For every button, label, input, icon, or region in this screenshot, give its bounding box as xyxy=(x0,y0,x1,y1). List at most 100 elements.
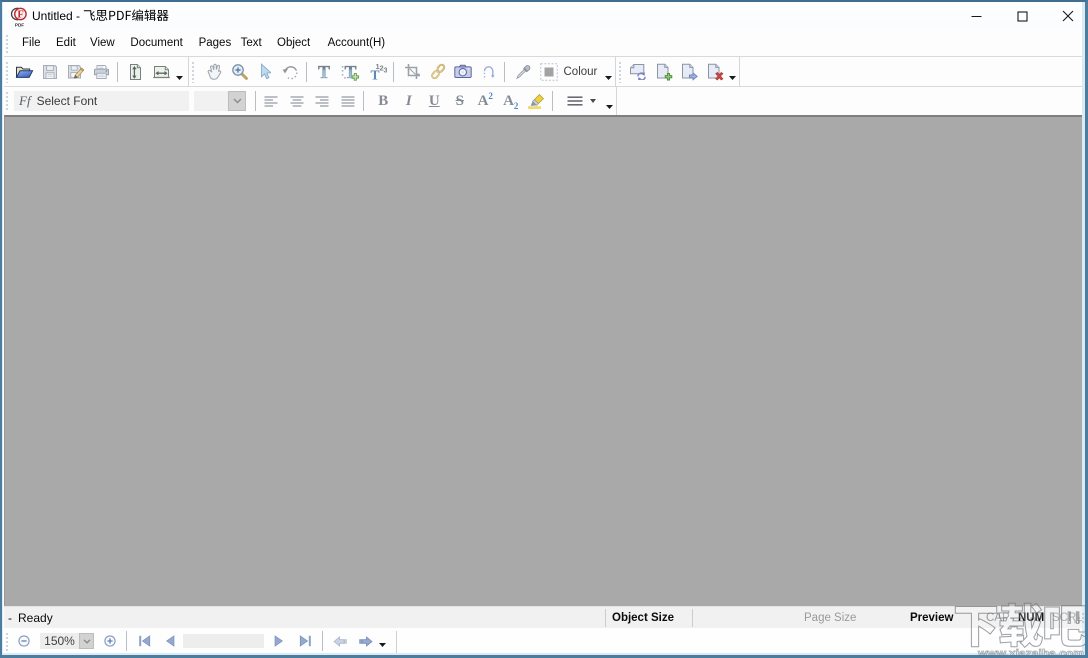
align-right-icon xyxy=(315,95,329,108)
zoom-level-dropdown[interactable] xyxy=(79,633,94,649)
previous-page-icon xyxy=(165,635,175,647)
maximize-button[interactable] xyxy=(999,2,1045,30)
superscript-letter: A xyxy=(478,93,489,109)
document-canvas[interactable] xyxy=(4,115,1084,606)
italic-button[interactable]: I xyxy=(396,88,422,114)
status-bar: - Ready Object Size Page Size Preview CA… xyxy=(4,606,1084,628)
extract-pages-button[interactable] xyxy=(676,59,702,85)
resize-grip[interactable] xyxy=(1073,612,1085,624)
snapshot-button[interactable] xyxy=(451,59,477,85)
link-icon xyxy=(430,63,446,80)
fit-height-button[interactable] xyxy=(123,59,149,85)
add-text-button[interactable]: T xyxy=(311,59,337,85)
print-button[interactable] xyxy=(89,59,115,85)
reverse-button[interactable] xyxy=(476,59,502,85)
superscript-button[interactable]: A2 xyxy=(473,88,499,114)
fit-width-icon xyxy=(152,64,171,80)
underline-label: U xyxy=(429,93,440,110)
page-number-field[interactable] xyxy=(183,634,264,648)
format-overflow-dropdown[interactable] xyxy=(604,88,615,114)
menu-pages[interactable]: Pages xyxy=(192,33,239,54)
menu-edit[interactable]: Edit xyxy=(49,33,83,54)
menu-object[interactable]: Object xyxy=(270,33,317,54)
window-border-highlight xyxy=(2,2,3,655)
toolbar-grip[interactable] xyxy=(618,60,624,83)
menu-view[interactable]: View xyxy=(83,33,122,54)
toolbar-grip[interactable] xyxy=(5,631,11,651)
toolbar-separator xyxy=(504,62,505,82)
zoom-level-field[interactable]: 150% xyxy=(40,633,79,649)
status-cap: CAP xyxy=(986,607,1010,629)
minimize-button[interactable] xyxy=(953,2,999,30)
justify-button[interactable] xyxy=(335,88,361,114)
strikethrough-label: S xyxy=(456,93,464,110)
close-button[interactable] xyxy=(1045,2,1088,30)
add-new-text-button[interactable]: T xyxy=(338,59,364,85)
text-tool-icon: T xyxy=(316,63,332,81)
open-button[interactable] xyxy=(12,59,38,85)
highlight-button[interactable] xyxy=(524,88,550,114)
line-style-button[interactable] xyxy=(562,88,600,114)
hand-tool-button[interactable] xyxy=(201,59,227,85)
toolbar-grip[interactable] xyxy=(191,60,197,83)
next-view-button[interactable] xyxy=(353,636,379,647)
fit-width-button[interactable] xyxy=(149,59,175,85)
save-button[interactable] xyxy=(38,59,64,85)
menu-account[interactable]: Account(H) xyxy=(321,33,393,54)
menubar-grip[interactable] xyxy=(5,33,11,53)
last-page-icon xyxy=(299,635,312,647)
menu-bar: File Edit View Document Pages Text Objec… xyxy=(4,30,1084,57)
save-as-icon xyxy=(67,64,84,80)
zoom-in-icon xyxy=(104,635,116,647)
link-button[interactable] xyxy=(425,59,451,85)
font-size-select[interactable] xyxy=(194,91,246,111)
align-right-button[interactable] xyxy=(310,88,336,114)
font-size-dropdown[interactable] xyxy=(228,91,246,111)
window-title: Untitled - xyxy=(32,9,83,23)
zoom-out-icon xyxy=(18,635,30,647)
previous-view-button[interactable] xyxy=(327,636,353,647)
toolbar-grip[interactable] xyxy=(5,90,11,112)
next-page-icon xyxy=(274,635,284,647)
strikethrough-button[interactable]: S xyxy=(447,88,473,114)
colour-swatch-button[interactable] xyxy=(536,59,562,85)
magnifier-icon xyxy=(231,63,248,80)
insert-pages-button[interactable] xyxy=(651,59,677,85)
fit-options-dropdown[interactable] xyxy=(174,59,185,85)
select-tool-button[interactable] xyxy=(252,59,278,85)
zoom-in-button[interactable] xyxy=(100,635,120,647)
zoom-tool-button[interactable] xyxy=(227,59,253,85)
align-center-button[interactable] xyxy=(284,88,310,114)
font-select[interactable]: Ff Select Font xyxy=(14,91,189,111)
svg-text:3: 3 xyxy=(383,65,387,74)
menu-document[interactable]: Document xyxy=(123,33,189,54)
subscript-letter: A xyxy=(503,93,514,109)
subscript-button[interactable]: A2 xyxy=(498,88,524,114)
select-arrow-icon xyxy=(258,63,271,80)
nav-options-dropdown[interactable] xyxy=(377,628,388,654)
menu-file[interactable]: File xyxy=(15,33,48,54)
zoom-out-button[interactable] xyxy=(14,635,34,647)
dropdown-arrow-icon xyxy=(605,76,612,80)
save-as-button[interactable] xyxy=(63,59,89,85)
previous-page-button[interactable] xyxy=(157,635,183,647)
underline-button[interactable]: U xyxy=(422,88,448,114)
add-page-numbers-button[interactable]: T 123 xyxy=(365,59,391,85)
delete-pages-button[interactable] xyxy=(702,59,728,85)
colour-dropdown[interactable] xyxy=(603,59,614,85)
pages-dropdown[interactable] xyxy=(727,59,738,85)
menu-text[interactable]: Text xyxy=(234,33,269,54)
crop-button[interactable] xyxy=(400,59,426,85)
rotate-pages-button[interactable] xyxy=(625,59,651,85)
rotate-tool-button[interactable] xyxy=(278,59,304,85)
last-page-button[interactable] xyxy=(292,635,318,647)
next-page-button[interactable] xyxy=(266,635,292,647)
print-icon xyxy=(93,64,110,80)
eyedropper-button[interactable] xyxy=(511,59,537,85)
toolbar-chunk-border xyxy=(396,631,397,653)
align-left-button[interactable] xyxy=(259,88,285,114)
first-page-button[interactable] xyxy=(131,635,157,647)
toolbar-grip[interactable] xyxy=(5,60,11,83)
status-object-size: Object Size xyxy=(612,607,674,629)
bold-button[interactable]: B xyxy=(371,88,397,114)
